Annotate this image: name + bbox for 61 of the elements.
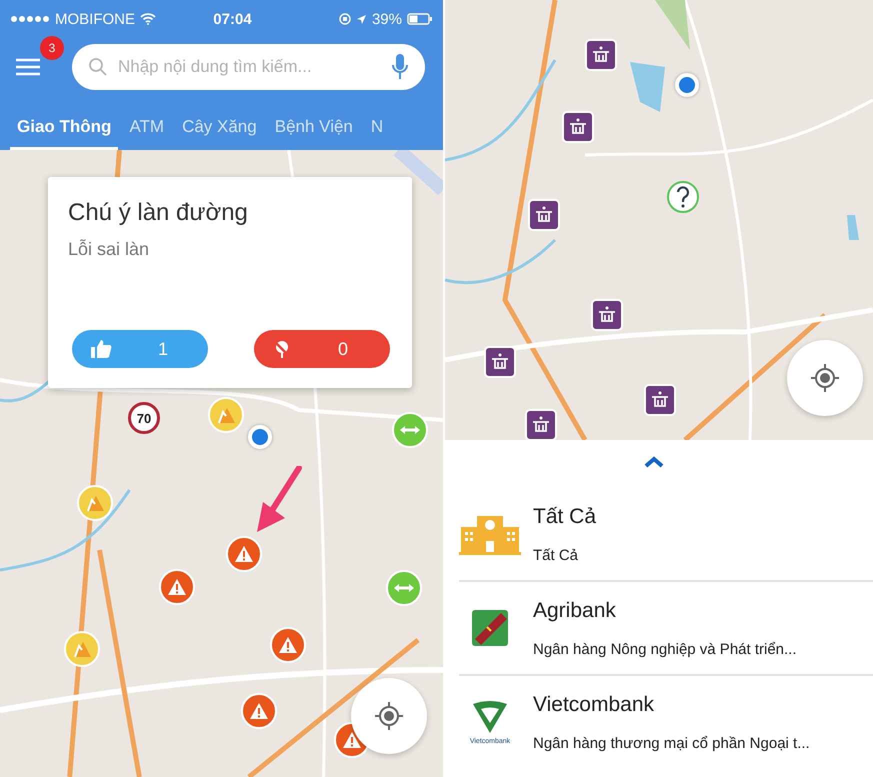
atm-marker[interactable] [644, 384, 676, 416]
menu-icon [14, 56, 42, 78]
chevron-up-icon[interactable] [644, 456, 664, 468]
atm-marker[interactable] [562, 111, 594, 143]
bank-name: Vietcombank [533, 692, 654, 716]
atm-icon [534, 206, 554, 224]
popup-title: Chú ý làn đường [68, 199, 248, 227]
construction-icon [85, 494, 105, 512]
carrier-name: MOBIFONE [55, 10, 136, 28]
category-tab[interactable]: N [364, 109, 390, 150]
locate-icon [810, 363, 840, 393]
question-mark-icon [675, 186, 691, 208]
bank-name: Agribank [533, 598, 616, 622]
category-tab[interactable]: ATM [122, 109, 172, 150]
thumbs-up-icon [90, 339, 112, 359]
warning-icon [234, 545, 254, 563]
bank-list-item[interactable]: Agribank Ngân hàng Nông nghiệp và Phát triển... [459, 582, 873, 676]
rotation-lock-icon [338, 13, 351, 25]
warning-icon [249, 702, 269, 720]
warning-icon [342, 731, 362, 749]
search-field[interactable]: Nhập nội dung tìm kiếm... [72, 44, 425, 90]
bank-building-icon [459, 513, 521, 555]
double-arrow-icon [393, 583, 415, 593]
warning-icon [167, 578, 187, 596]
notification-badge: 3 [40, 36, 64, 60]
warning-icon [278, 636, 298, 654]
wifi-icon [140, 13, 156, 25]
bank-name: Tất Cả [533, 504, 596, 528]
atm-icon [650, 391, 670, 409]
location-arrow-icon [356, 14, 367, 24]
atm-marker[interactable] [484, 346, 516, 378]
status-time: 07:04 [213, 10, 252, 28]
atm-marker[interactable] [591, 299, 623, 331]
atm-icon [531, 416, 551, 434]
double-arrow-icon [399, 425, 421, 435]
category-tab[interactable]: Bệnh Viện [268, 109, 360, 150]
dislike-button[interactable]: 0 [254, 330, 390, 368]
bank-description: Tất Cả [533, 546, 578, 564]
construction-icon [72, 640, 92, 658]
like-button[interactable]: 1 [72, 330, 208, 368]
atm-marker[interactable] [585, 39, 617, 71]
atm-icon [490, 353, 510, 371]
battery-percent: 39% [372, 10, 402, 28]
bank-description: Ngân hàng Nông nghiệp và Phát triển... [533, 640, 797, 658]
atm-marker[interactable] [528, 199, 560, 231]
microphone-icon[interactable] [391, 53, 409, 81]
vietcombank-logo-icon [471, 700, 509, 734]
agribank-logo-icon [471, 609, 509, 647]
category-tab[interactable]: Cây Xăng [175, 109, 264, 150]
popup-subtitle: Lỗi sai làn [68, 239, 150, 260]
atm-icon [568, 118, 588, 136]
search-icon [88, 57, 108, 77]
atm-icon [597, 306, 617, 324]
construction-icon [216, 406, 236, 424]
bank-description: Ngân hàng thương mại cổ phần Ngoại t... [533, 734, 810, 752]
battery-icon [406, 13, 433, 25]
bank-list-item[interactable]: Tất Cả Tất Cả [459, 488, 873, 582]
locate-icon [374, 701, 404, 731]
atm-marker[interactable] [525, 409, 557, 440]
signal-icon [10, 15, 50, 23]
atm-icon [591, 46, 611, 64]
